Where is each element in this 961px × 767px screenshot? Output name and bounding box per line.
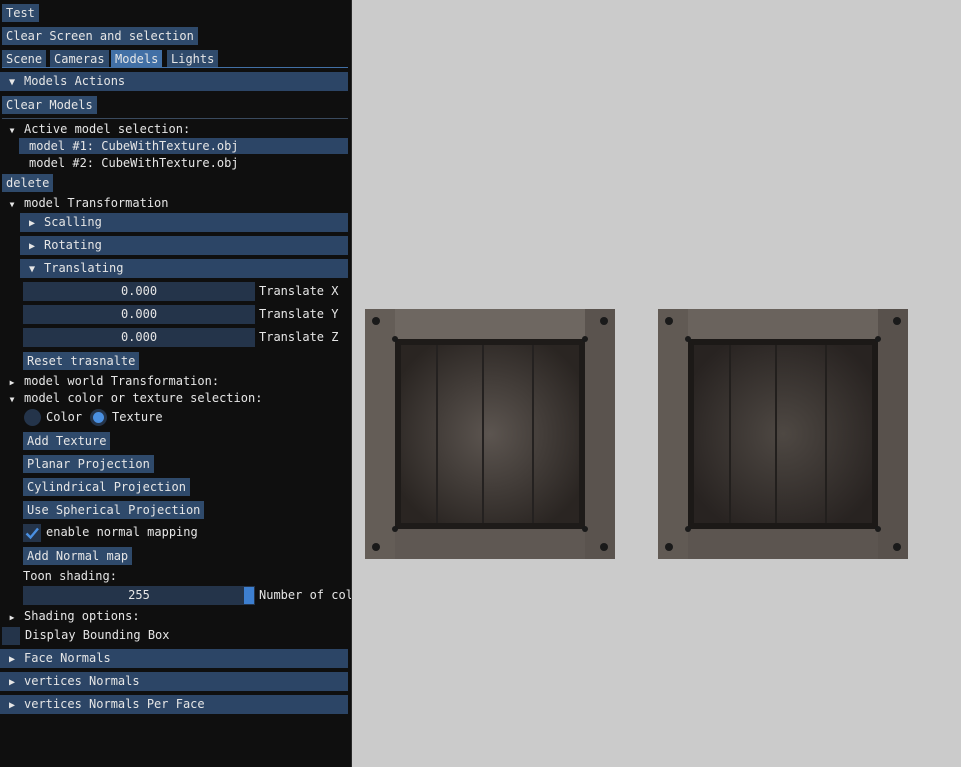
triangle-down-icon: ▼ [28,264,36,275]
add-texture-button[interactable]: Add Texture [23,432,111,450]
translate-z-input[interactable]: 0.000 [23,328,255,347]
checkmark-icon [25,527,39,540]
world-transformation-label: model world Transformation: [24,374,220,388]
face-normals-label: Face Normals [24,651,111,665]
crate-model-2[interactable] [658,309,908,559]
texture-radio[interactable] [90,409,107,426]
rotating-label: Rotating [44,238,102,252]
bounding-box-checkbox[interactable] [2,627,20,645]
vertices-normals-label: vertices Normals [24,674,140,688]
model-transformation-label: model Transformation [24,196,169,210]
triangle-right-icon: ▶ [8,654,16,665]
texture-radio-label: Texture [112,410,163,424]
triangle-down-icon: ▼ [9,200,15,209]
triangle-down-icon: ▼ [8,77,16,88]
render-viewport[interactable] [353,0,961,767]
models-actions-label: Models Actions [24,74,126,88]
gui-panel: Test Clear Screen and selection Scene Ca… [0,0,352,767]
translate-y-label: Translate Y [259,307,339,321]
delete-button[interactable]: delete [2,174,54,192]
model-1-row[interactable]: model #1: CubeWithTexture.obj [19,138,348,154]
clear-models-button[interactable]: Clear Models [2,96,97,114]
rotating-header[interactable]: ▶ Rotating [20,236,348,255]
number-of-colors-label: Number of col [259,588,352,602]
tab-scene[interactable]: Scene [2,50,47,68]
normal-mapping-checkbox[interactable] [23,524,41,542]
face-normals-header[interactable]: ▶ Face Normals [0,649,348,668]
reset-translate-button[interactable]: Reset trasnalte [23,352,140,370]
shading-options-node[interactable]: ▶ Shading options: [6,608,140,624]
model-transformation-node[interactable]: ▼ model Transformation [6,195,169,211]
planar-projection-button[interactable]: Planar Projection [23,455,154,473]
cylindrical-projection-button[interactable]: Cylindrical Projection [23,478,190,496]
triangle-right-icon: ▶ [8,700,16,711]
translate-x-value: 0.000 [120,284,158,298]
divider [2,118,348,119]
tab-models[interactable]: Models [111,50,163,68]
world-transformation-node[interactable]: ▶ model world Transformation: [6,373,220,389]
scalling-label: Scalling [44,215,102,229]
add-normal-map-button[interactable]: Add Normal map [23,547,133,565]
vertices-normals-per-face-header[interactable]: ▶ vertices Normals Per Face [0,695,348,714]
translate-x-input[interactable]: 0.000 [23,282,255,301]
translating-header[interactable]: ▼ Translating [20,259,348,278]
triangle-right-icon: ▶ [28,241,36,252]
scalling-header[interactable]: ▶ Scalling [20,213,348,232]
translate-x-label: Translate X [259,284,339,298]
translate-y-value: 0.000 [120,307,158,321]
toon-shading-label: Toon shading: [23,569,117,583]
spherical-projection-button[interactable]: Use Spherical Projection [23,501,205,519]
tab-cameras[interactable]: Cameras [50,50,109,68]
model-2-row[interactable]: model #2: CubeWithTexture.obj [29,155,239,171]
color-radio-label: Color [46,410,83,424]
triangle-right-icon: ▶ [9,613,15,622]
bounding-box-label: Display Bounding Box [25,628,170,642]
translate-y-input[interactable]: 0.000 [23,305,255,324]
test-button[interactable]: Test [2,4,39,22]
triangle-right-icon: ▶ [8,677,16,688]
color-texture-node[interactable]: ▼ model color or texture selection: [6,390,263,406]
vertices-normals-per-face-label: vertices Normals Per Face [24,697,205,711]
triangle-down-icon: ▼ [9,395,15,404]
translating-label: Translating [44,261,124,275]
tab-lights[interactable]: Lights [167,50,219,68]
clear-screen-button[interactable]: Clear Screen and selection [2,27,198,45]
toon-shading-slider[interactable]: 255 [23,586,255,605]
vertices-normals-header[interactable]: ▶ vertices Normals [0,672,348,691]
model-1-label: model #1: CubeWithTexture.obj [29,139,239,153]
toon-shading-value: 255 [128,588,150,602]
active-selection-label: Active model selection: [24,122,191,136]
color-texture-label: model color or texture selection: [24,391,263,405]
translate-z-value: 0.000 [120,330,158,344]
triangle-right-icon: ▶ [9,378,15,387]
shading-options-label: Shading options: [24,609,140,623]
translate-z-label: Translate Z [259,330,339,344]
active-selection-node[interactable]: ▼ Active model selection: [6,121,191,137]
color-radio[interactable] [24,409,41,426]
crate-model-1[interactable] [365,309,615,559]
triangle-down-icon: ▼ [9,126,15,135]
normal-mapping-label: enable normal mapping [46,525,198,539]
slider-grab[interactable] [244,587,254,604]
triangle-right-icon: ▶ [28,218,36,229]
tab-underline [2,67,348,68]
models-actions-header[interactable]: ▼ Models Actions [0,72,348,91]
